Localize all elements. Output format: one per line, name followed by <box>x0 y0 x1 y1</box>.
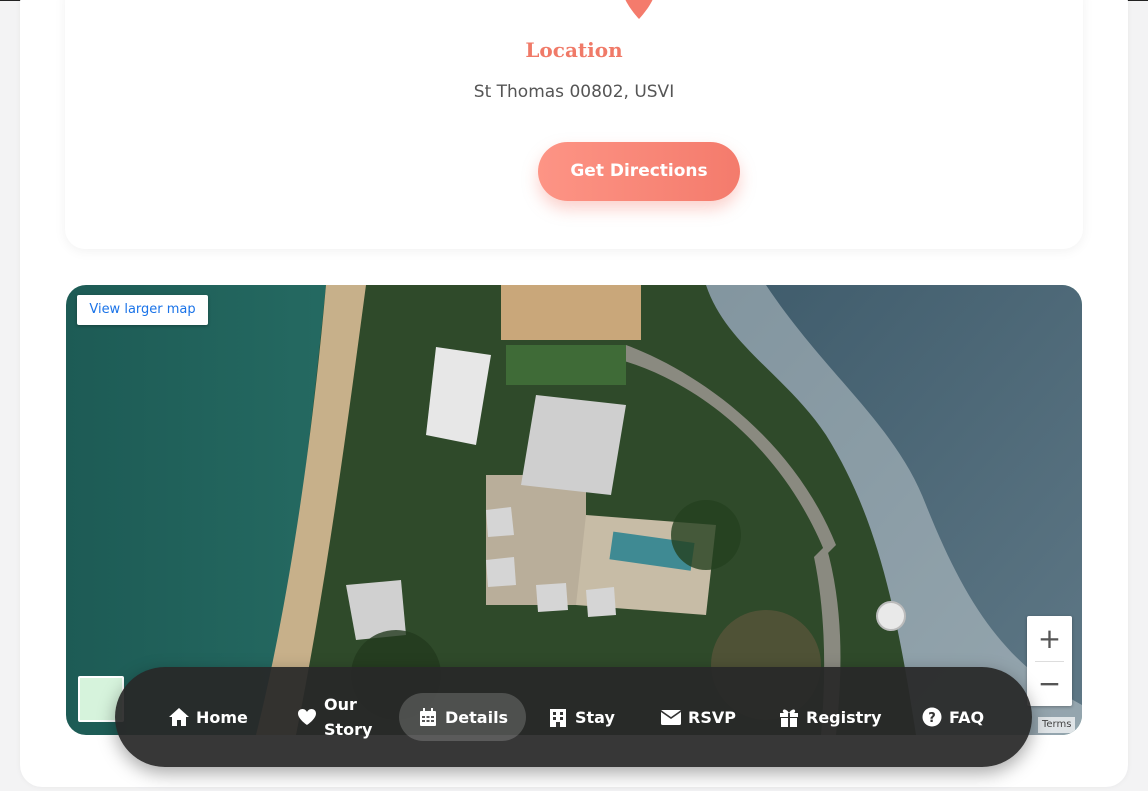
map-pin-icon <box>625 0 653 19</box>
nav-our-story-label-line2: Story <box>324 720 373 739</box>
get-directions-button[interactable]: Get Directions <box>538 142 740 201</box>
nav-home[interactable]: Home <box>168 667 248 767</box>
nav-faq[interactable]: ? FAQ <box>921 667 984 767</box>
calendar-icon <box>417 706 439 728</box>
nav-our-story[interactable]: Our Story <box>296 667 374 767</box>
home-icon <box>168 706 190 728</box>
terms-link[interactable]: Terms <box>1038 717 1076 733</box>
nav-stay[interactable]: Stay <box>547 667 615 767</box>
view-larger-map-link[interactable]: View larger map <box>77 295 208 325</box>
envelope-icon <box>660 706 682 728</box>
nav-registry-label: Registry <box>806 707 882 727</box>
nav-our-story-label: Our Story <box>324 692 374 742</box>
hotel-icon <box>547 706 569 728</box>
nav-rsvp-label: RSVP <box>688 707 736 727</box>
zoom-controls: + − <box>1027 616 1072 706</box>
nav-details-label: Details <box>445 707 509 727</box>
location-title: Location <box>525 38 623 62</box>
nav-registry[interactable]: Registry <box>778 667 882 767</box>
location-address: St Thomas 00802, USVI <box>473 82 675 102</box>
svg-text:?: ? <box>928 711 936 726</box>
zoom-out-button[interactable]: − <box>1027 661 1072 706</box>
nav-stay-label: Stay <box>575 707 615 727</box>
zoom-divider <box>1035 661 1064 662</box>
zoom-in-button[interactable]: + <box>1027 616 1072 661</box>
nav-details[interactable]: Details <box>399 693 527 741</box>
nav-home-label: Home <box>196 707 248 727</box>
nav-rsvp[interactable]: RSVP <box>660 667 736 767</box>
bottom-navigation: Home Our Story Details Stay RSVP Registr… <box>115 667 1032 767</box>
question-icon: ? <box>921 706 943 728</box>
nav-our-story-label-line1: Our <box>324 695 357 714</box>
gift-icon <box>778 706 800 728</box>
heart-icon <box>296 706 318 728</box>
nav-faq-label: FAQ <box>949 707 985 727</box>
location-card: Location St Thomas 00802, USVI Get Direc… <box>65 0 1083 249</box>
compass-icon <box>876 601 906 631</box>
